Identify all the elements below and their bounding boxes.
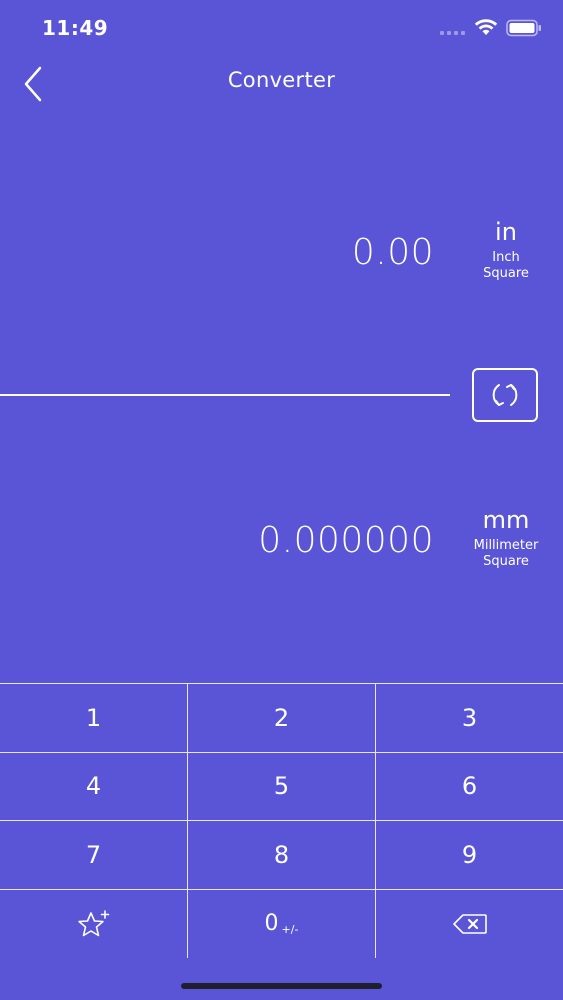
to-unit-symbol: mm <box>482 506 530 534</box>
backspace-icon <box>452 913 487 934</box>
key-1[interactable]: 1 <box>0 684 187 752</box>
wifi-icon <box>474 19 498 35</box>
numeric-keypad: 1 2 3 4 5 6 7 8 9 0 +/- <box>0 683 563 960</box>
home-indicator <box>181 983 382 989</box>
page-title: Converter <box>227 68 336 92</box>
navigation-bar: Converter <box>0 56 563 106</box>
key-0-label: 0 <box>264 911 279 937</box>
to-value-display: 0.000000 <box>258 520 434 561</box>
keypad-row: 4 5 6 <box>0 752 563 821</box>
key-4[interactable]: 4 <box>0 753 187 821</box>
favorite-button[interactable] <box>0 890 187 959</box>
to-unit-name-line2: Square <box>483 554 529 569</box>
key-8[interactable]: 8 <box>187 821 375 889</box>
key-6[interactable]: 6 <box>375 752 563 820</box>
divider-line <box>0 394 450 396</box>
status-bar: 11:49 <box>0 0 563 56</box>
star-plus-icon <box>77 909 109 937</box>
to-unit-name-line1: Millimeter <box>473 538 539 553</box>
battery-icon <box>506 19 541 37</box>
key-2[interactable]: 2 <box>187 684 375 752</box>
status-time: 11:49 <box>42 16 109 40</box>
backspace-button[interactable] <box>375 889 563 958</box>
from-unit-symbol: in <box>495 218 517 246</box>
swap-arrows-icon <box>492 384 518 406</box>
cellular-signal-icon <box>440 31 465 35</box>
keypad-row: 7 8 9 <box>0 821 563 890</box>
key-5[interactable]: 5 <box>187 752 375 820</box>
keypad-row: 0 +/- <box>0 889 563 959</box>
keypad-row: 1 2 3 <box>0 684 563 753</box>
to-unit-selector[interactable]: mm Millimeter Square <box>461 506 551 570</box>
from-unit-name-line1: Inch <box>492 250 520 265</box>
from-unit-selector[interactable]: in Inch Square <box>461 218 551 282</box>
from-value-display: 0.00 <box>351 232 434 273</box>
from-unit-name-line2: Square <box>483 266 529 281</box>
zero-sign-key[interactable]: 0 +/- <box>187 889 375 958</box>
swap-units-button[interactable] <box>472 368 538 422</box>
key-9[interactable]: 9 <box>375 821 563 889</box>
key-7[interactable]: 7 <box>0 821 187 889</box>
sign-toggle-label: +/- <box>281 923 299 937</box>
key-3[interactable]: 3 <box>375 684 563 752</box>
